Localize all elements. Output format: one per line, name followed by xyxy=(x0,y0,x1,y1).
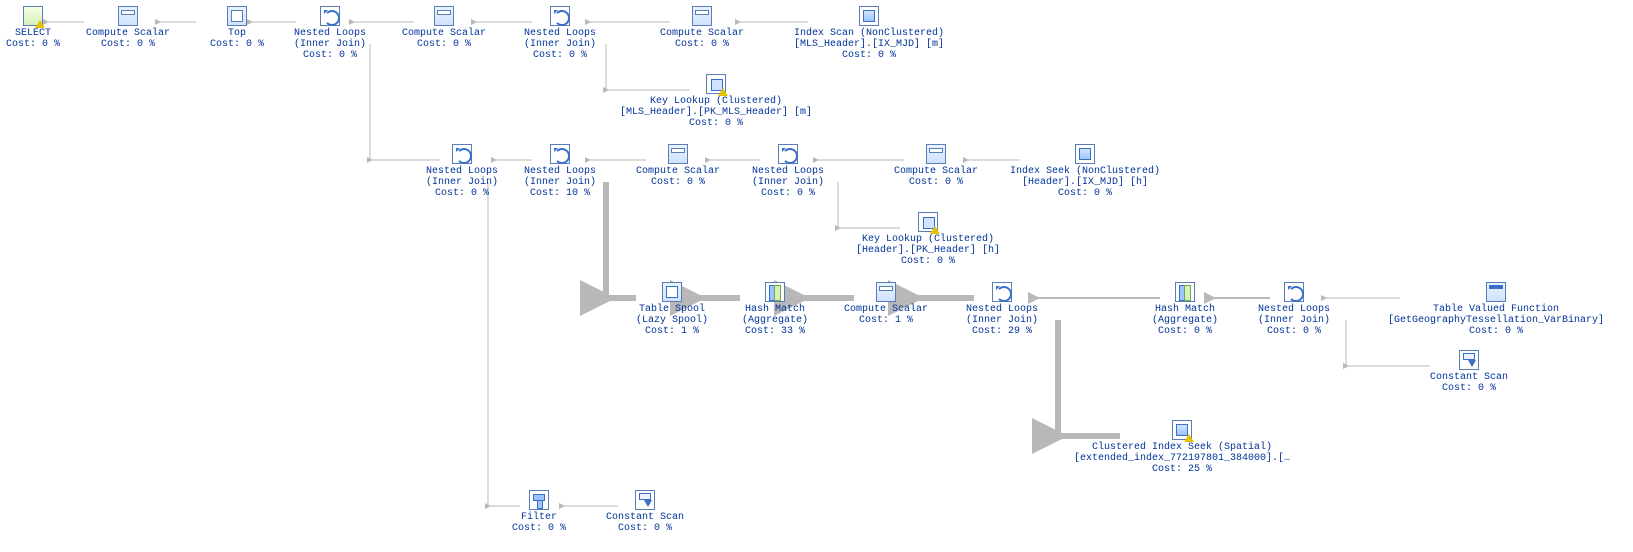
hash-match-node[interactable]: Hash Match (Aggregate) Cost: 0 % xyxy=(1152,282,1218,337)
top-icon xyxy=(227,6,247,26)
constant-scan-icon xyxy=(1459,350,1479,370)
constant-scan-node[interactable]: Constant Scan Cost: 0 % xyxy=(606,490,684,534)
nested-loops-node[interactable]: Nested Loops (Inner Join) Cost: 0 % xyxy=(426,144,498,199)
nested-loops-icon xyxy=(452,144,472,164)
compute-scalar-icon xyxy=(668,144,688,164)
nested-loops-icon xyxy=(550,6,570,26)
nested-loops-node[interactable]: Nested Loops (Inner Join) Cost: 0 % xyxy=(1258,282,1330,337)
hash-match-icon xyxy=(765,282,785,302)
table-spool-node[interactable]: Table Spool (Lazy Spool) Cost: 1 % xyxy=(636,282,708,337)
index-scan-node[interactable]: Index Scan (NonClustered) [MLS_Header].[… xyxy=(794,6,944,61)
hash-match-node[interactable]: Hash Match (Aggregate) Cost: 33 % xyxy=(742,282,808,337)
key-lookup-node[interactable]: Key Lookup (Clustered) [MLS_Header].[PK_… xyxy=(620,74,812,129)
constant-scan-node[interactable]: Constant Scan Cost: 0 % xyxy=(1430,350,1508,394)
node-cost: Cost: 0 % xyxy=(6,39,60,50)
execution-plan-diagram: SELECT Cost: 0 % Compute Scalar Cost: 0 … xyxy=(0,0,1633,552)
nested-loops-node[interactable]: Nested Loops (Inner Join) Cost: 0 % xyxy=(294,6,366,61)
compute-scalar-node[interactable]: Compute Scalar Cost: 0 % xyxy=(636,144,720,188)
table-valued-function-node[interactable]: Table Valued Function [GetGeographyTesse… xyxy=(1388,282,1604,337)
spatial-index-seek-icon xyxy=(1172,420,1192,440)
compute-scalar-icon xyxy=(434,6,454,26)
nested-loops-node[interactable]: Nested Loops (Inner Join) Cost: 29 % xyxy=(966,282,1038,337)
table-spool-icon xyxy=(662,282,682,302)
nested-loops-icon xyxy=(778,144,798,164)
constant-scan-icon xyxy=(635,490,655,510)
node-title: SELECT xyxy=(6,28,60,39)
index-seek-icon xyxy=(1075,144,1095,164)
compute-scalar-node[interactable]: Compute Scalar Cost: 0 % xyxy=(86,6,170,50)
nested-loops-icon xyxy=(1284,282,1304,302)
nested-loops-node[interactable]: Nested Loops (Inner Join) Cost: 0 % xyxy=(752,144,824,199)
index-seek-node[interactable]: Index Seek (NonClustered) [Header].[IX_M… xyxy=(1010,144,1160,199)
nested-loops-node[interactable]: Nested Loops (Inner Join) Cost: 0 % xyxy=(524,6,596,61)
compute-scalar-node[interactable]: Compute Scalar Cost: 0 % xyxy=(402,6,486,50)
nested-loops-icon xyxy=(550,144,570,164)
index-scan-icon xyxy=(859,6,879,26)
top-node[interactable]: Top Cost: 0 % xyxy=(210,6,264,50)
key-lookup-icon xyxy=(918,212,938,232)
compute-scalar-icon xyxy=(926,144,946,164)
compute-scalar-node[interactable]: Compute Scalar Cost: 0 % xyxy=(894,144,978,188)
nested-loops-icon xyxy=(992,282,1012,302)
filter-node[interactable]: Filter Cost: 0 % xyxy=(512,490,566,534)
compute-scalar-icon xyxy=(876,282,896,302)
table-valued-function-icon xyxy=(1486,282,1506,302)
filter-icon xyxy=(529,490,549,510)
select-node[interactable]: SELECT Cost: 0 % xyxy=(6,6,60,50)
key-lookup-node[interactable]: Key Lookup (Clustered) [Header].[PK_Head… xyxy=(856,212,1000,267)
compute-scalar-icon xyxy=(118,6,138,26)
plan-connector-arrows xyxy=(0,0,1633,552)
compute-scalar-node[interactable]: Compute Scalar Cost: 0 % xyxy=(660,6,744,50)
select-icon xyxy=(23,6,43,26)
nested-loops-icon xyxy=(320,6,340,26)
clustered-index-seek-node[interactable]: Clustered Index Seek (Spatial) [extended… xyxy=(1074,420,1290,475)
nested-loops-node[interactable]: Nested Loops (Inner Join) Cost: 10 % xyxy=(524,144,596,199)
compute-scalar-icon xyxy=(692,6,712,26)
hash-match-icon xyxy=(1175,282,1195,302)
key-lookup-icon xyxy=(706,74,726,94)
compute-scalar-node[interactable]: Compute Scalar Cost: 1 % xyxy=(844,282,928,326)
